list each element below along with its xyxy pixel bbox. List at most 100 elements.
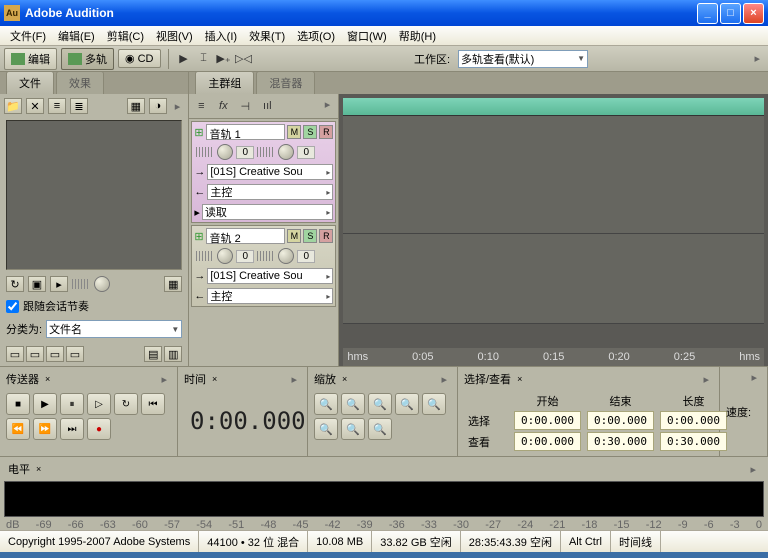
panel-menu-icon[interactable]: ▸ xyxy=(747,371,761,384)
zoom-in-right-button[interactable]: 🔍 xyxy=(368,418,392,440)
solo-button-1[interactable]: S xyxy=(303,125,317,139)
track-menu-icon[interactable]: ▸ xyxy=(321,98,335,114)
panel-close-icon[interactable]: × xyxy=(36,464,41,474)
level-meter[interactable] xyxy=(4,481,764,517)
insert-cd-button[interactable]: ≣ xyxy=(70,98,88,114)
panel-close-icon[interactable]: × xyxy=(342,374,347,384)
volume-knob-1[interactable] xyxy=(217,144,233,160)
track-lane-1[interactable] xyxy=(343,116,764,234)
track-name-input-1[interactable]: 音轨 1 xyxy=(206,124,286,140)
zoom-full-button[interactable]: 🔍 xyxy=(368,393,392,415)
mode-cd-button[interactable]: ◉CD xyxy=(118,49,161,68)
toolbar-menu-icon[interactable]: ▸ xyxy=(750,52,764,65)
play-loop-button[interactable]: ↻ xyxy=(114,393,138,415)
record-arm-button-1[interactable]: R xyxy=(319,125,333,139)
options-button[interactable]: ◑ xyxy=(149,98,167,114)
sel-start-input[interactable]: 0:00.000 xyxy=(514,411,581,430)
fx-button[interactable]: fx xyxy=(215,98,231,114)
edit-file-button[interactable]: ▦ xyxy=(127,98,145,114)
track-input-2[interactable]: [01S] Creative Sou▸ xyxy=(207,268,333,284)
pause-button[interactable]: ⏸ xyxy=(60,393,84,415)
track-output-1[interactable]: 主控▸ xyxy=(207,184,333,200)
menu-edit[interactable]: 编辑(E) xyxy=(52,26,101,46)
close-file-button[interactable]: ✕ xyxy=(26,98,44,114)
menu-help[interactable]: 帮助(H) xyxy=(393,26,442,46)
show-loop-button[interactable]: ▭ xyxy=(26,346,44,362)
tab-main-group[interactable]: 主群组 xyxy=(195,71,254,94)
panel-menu-icon[interactable]: ▸ xyxy=(287,373,301,386)
markers-toggle[interactable]: ▦ xyxy=(164,276,182,292)
rewind-button[interactable]: ⏪ xyxy=(6,418,30,440)
show-audio-button[interactable]: ▭ xyxy=(6,346,24,362)
record-arm-button-2[interactable]: R xyxy=(319,229,333,243)
panel-close-icon[interactable]: × xyxy=(212,374,217,384)
zoom-out-h-button[interactable]: 🔍 xyxy=(341,393,365,415)
show-video-button[interactable]: ▭ xyxy=(46,346,64,362)
inputs-button[interactable]: ≡ xyxy=(193,98,209,114)
panel-menu-icon[interactable]: ▸ xyxy=(699,373,713,386)
sel-end-input[interactable]: 0:00.000 xyxy=(587,411,654,430)
tab-effects[interactable]: 效果 xyxy=(56,71,104,94)
view-length-input[interactable]: 0:30.000 xyxy=(660,432,727,451)
track-automation-1[interactable]: 读取▸ xyxy=(202,204,333,220)
zoom-in-left-button[interactable]: 🔍 xyxy=(341,418,365,440)
show-midi-button[interactable]: ▭ xyxy=(66,346,84,362)
advanced-button[interactable]: ▥ xyxy=(164,346,182,362)
view-end-input[interactable]: 0:30.000 xyxy=(587,432,654,451)
track-header-1[interactable]: ⊞ 音轨 1 M S R 0 0 →[01S] Creative xyxy=(191,121,336,223)
mute-button-2[interactable]: M xyxy=(287,229,301,243)
hybrid-tool[interactable]: ▶₊ xyxy=(216,51,232,67)
follow-tempo-checkbox[interactable] xyxy=(6,300,19,313)
volume-value-1[interactable]: 0 xyxy=(236,146,254,159)
menu-insert[interactable]: 插入(I) xyxy=(199,26,243,46)
track-input-1[interactable]: [01S] Creative Sou▸ xyxy=(207,164,333,180)
time-ruler[interactable]: hms 0:05 0:10 0:15 0:20 0:25 hms xyxy=(343,348,764,366)
record-button[interactable]: ● xyxy=(87,418,111,440)
mode-edit-button[interactable]: 编辑 xyxy=(4,48,57,70)
full-path-button[interactable]: ▤ xyxy=(144,346,162,362)
forward-button[interactable]: ⏩ xyxy=(33,418,57,440)
volume-knob-2[interactable] xyxy=(217,248,233,264)
maximize-button[interactable]: □ xyxy=(720,3,741,24)
track-lane-2[interactable] xyxy=(343,234,764,324)
selection-tool[interactable]: ▶ xyxy=(176,51,192,67)
menu-clip[interactable]: 剪辑(C) xyxy=(101,26,150,46)
pan-value-1[interactable]: 0 xyxy=(297,146,315,159)
menu-view[interactable]: 视图(V) xyxy=(150,26,199,46)
goto-end-button[interactable]: ⏭ xyxy=(60,418,84,440)
workspace-select[interactable]: 多轨查看(默认)▼ xyxy=(458,50,588,68)
zoom-in-h-button[interactable]: 🔍 xyxy=(314,393,338,415)
preview-volume-knob[interactable] xyxy=(94,276,110,292)
sends-button[interactable]: ⊣ xyxy=(237,98,253,114)
tab-mixer[interactable]: 混音器 xyxy=(256,71,315,94)
goto-start-button[interactable]: ⏮ xyxy=(141,393,165,415)
time-select-tool[interactable]: ⌶ xyxy=(196,51,212,67)
file-list[interactable] xyxy=(6,120,182,270)
navigator-bar[interactable] xyxy=(343,98,764,116)
panel-menu-icon[interactable]: ▸ xyxy=(157,373,171,386)
menu-options[interactable]: 选项(O) xyxy=(291,26,341,46)
pan-knob-1[interactable] xyxy=(278,144,294,160)
insert-multitrack-button[interactable]: ≡ xyxy=(48,98,66,114)
stop-button[interactable]: ■ xyxy=(6,393,30,415)
panel-close-icon[interactable]: × xyxy=(517,374,522,384)
play-selection-button[interactable]: ▷ xyxy=(87,393,111,415)
panel-close-icon[interactable]: × xyxy=(45,374,50,384)
preview-button[interactable]: ▸ xyxy=(50,276,68,292)
zoom-out-v-button[interactable]: 🔍 xyxy=(314,418,338,440)
zoom-in-v-button[interactable]: 🔍 xyxy=(422,393,446,415)
sort-select[interactable]: 文件名▼ xyxy=(46,320,182,338)
panel-menu-icon[interactable]: ▸ xyxy=(171,100,185,113)
track-output-2[interactable]: 主控▸ xyxy=(207,288,333,304)
timeline[interactable]: hms 0:05 0:10 0:15 0:20 0:25 hms xyxy=(339,94,768,366)
menu-effects[interactable]: 效果(T) xyxy=(243,26,291,46)
zoom-selection-button[interactable]: 🔍 xyxy=(395,393,419,415)
mode-multitrack-button[interactable]: 多轨 xyxy=(61,48,114,70)
loop-play-button[interactable]: ↻ xyxy=(6,276,24,292)
time-display[interactable]: 0:00.000 xyxy=(180,389,305,453)
panel-menu-icon[interactable]: ▸ xyxy=(746,463,760,476)
eq-button[interactable]: ııl xyxy=(259,98,275,114)
track-header-2[interactable]: ⊞ 音轨 2 M S R 0 0 →[01S] Creative xyxy=(191,225,336,307)
autoplay-button[interactable]: ▣ xyxy=(28,276,46,292)
pan-knob-2[interactable] xyxy=(278,248,294,264)
